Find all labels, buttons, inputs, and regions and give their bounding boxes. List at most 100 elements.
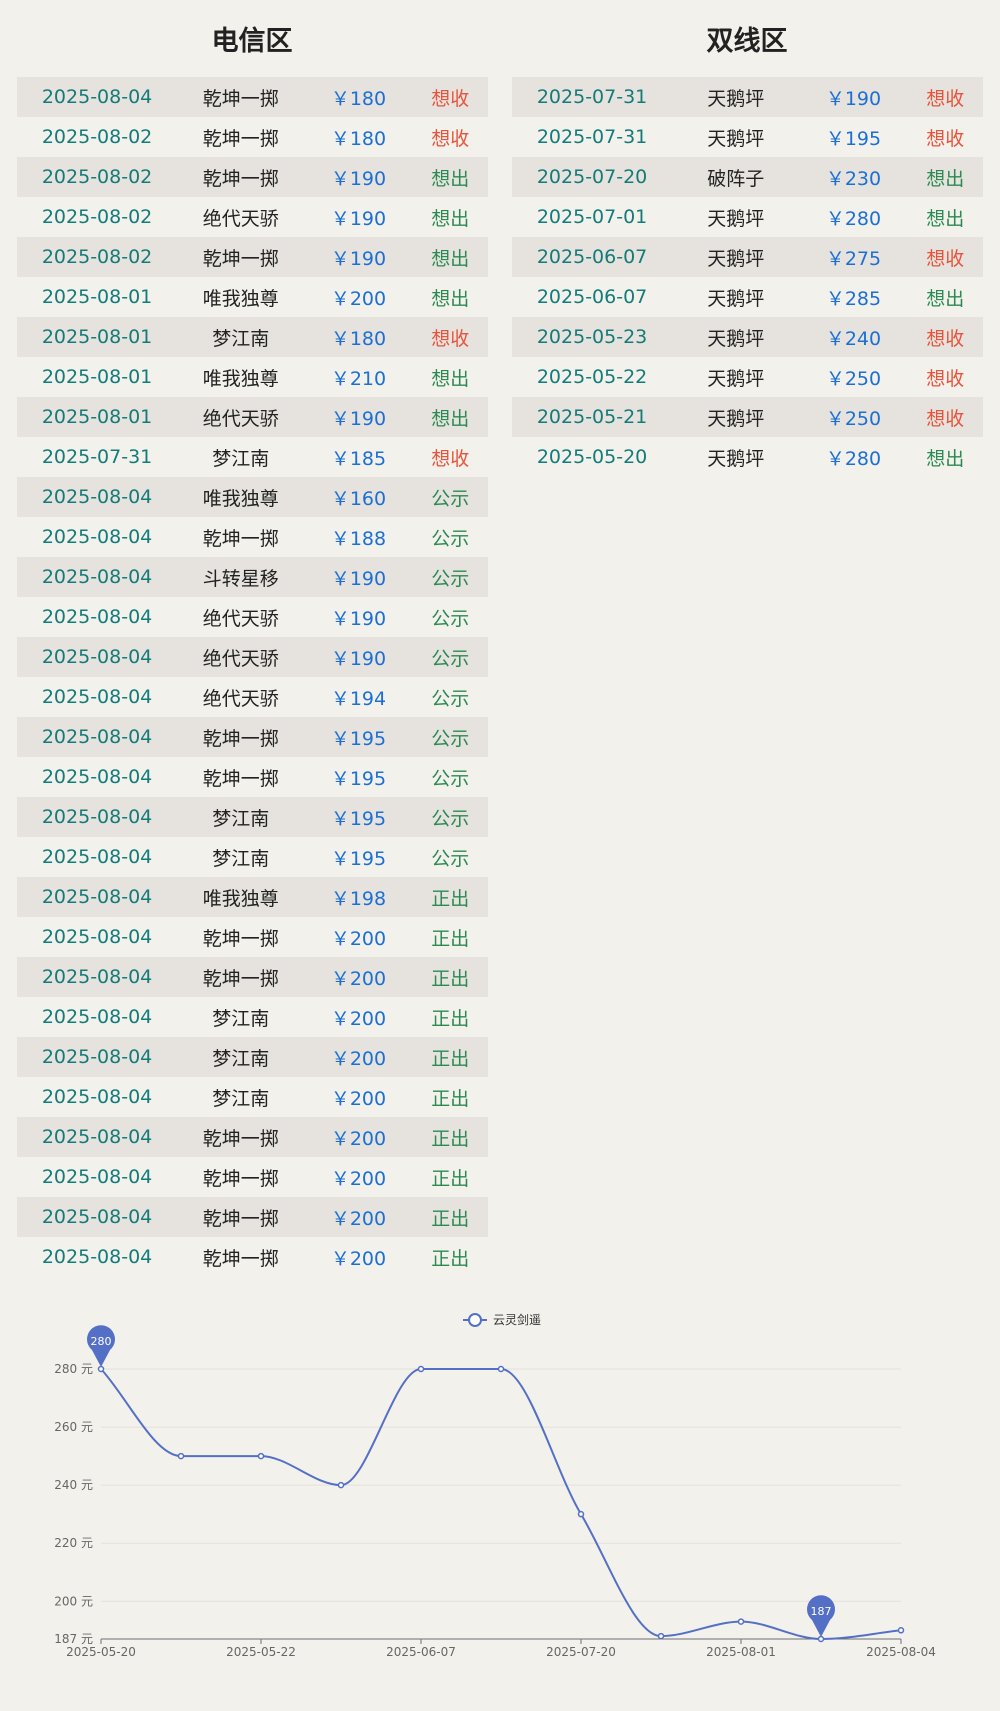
trade-price: ￥210 bbox=[330, 367, 387, 390]
server-name: 绝代天骄 bbox=[202, 687, 279, 710]
trade-price: ￥200 bbox=[330, 1087, 387, 1110]
server-name: 绝代天骄 bbox=[202, 647, 279, 670]
trade-date: 2025-08-02 bbox=[41, 246, 153, 268]
legend-symbol bbox=[468, 1313, 482, 1327]
trade-price: ￥200 bbox=[330, 1247, 387, 1270]
server-name: 乾坤一掷 bbox=[202, 767, 279, 790]
trade-action: 正出 bbox=[431, 1127, 470, 1150]
trade-action: 想出 bbox=[431, 207, 470, 230]
trade-action: 正出 bbox=[431, 1007, 470, 1030]
y-tick-label: 200 元 bbox=[54, 1594, 93, 1608]
table-row: 2025-05-21 天鹅坪 ￥250 想收 bbox=[512, 397, 983, 437]
trade-action: 想出 bbox=[431, 407, 470, 430]
trade-action: 想收 bbox=[926, 247, 965, 270]
trade-date: 2025-08-04 bbox=[41, 766, 153, 788]
trade-date: 2025-08-04 bbox=[41, 1246, 153, 1268]
trade-price: ￥240 bbox=[825, 327, 882, 350]
server-name: 梦江南 bbox=[212, 847, 270, 870]
trade-price: ￥200 bbox=[330, 1207, 387, 1230]
trade-action: 正出 bbox=[431, 967, 470, 990]
trade-price: ￥195 bbox=[825, 127, 882, 150]
trade-action: 想出 bbox=[431, 367, 470, 390]
trade-date: 2025-06-07 bbox=[536, 246, 648, 268]
table-row: 2025-06-07 天鹅坪 ￥275 想收 bbox=[512, 237, 983, 277]
data-point bbox=[737, 1618, 745, 1625]
server-name: 绝代天骄 bbox=[202, 407, 279, 430]
table-row: 2025-08-01 唯我独尊 ￥210 想出 bbox=[17, 357, 488, 397]
table-row: 2025-08-02 乾坤一掷 ￥190 想出 bbox=[17, 157, 488, 197]
trade-price: ￥180 bbox=[330, 87, 387, 110]
server-name: 天鹅坪 bbox=[707, 87, 765, 110]
trade-price: ￥250 bbox=[825, 367, 882, 390]
x-tick-label: 2025-07-20 bbox=[546, 1645, 616, 1659]
server-name: 乾坤一掷 bbox=[202, 1247, 279, 1270]
y-tick-label: 240 元 bbox=[54, 1478, 93, 1492]
trade-date: 2025-08-04 bbox=[41, 86, 153, 108]
trade-action: 想收 bbox=[431, 327, 470, 350]
table-row: 2025-08-04 乾坤一掷 ￥180 想收 bbox=[17, 77, 488, 117]
server-name: 绝代天骄 bbox=[202, 207, 279, 230]
trade-date: 2025-08-04 bbox=[41, 566, 153, 588]
trade-action: 公示 bbox=[431, 807, 470, 830]
trade-date: 2025-08-04 bbox=[41, 1006, 153, 1028]
server-name: 乾坤一掷 bbox=[202, 247, 279, 270]
trade-action: 想出 bbox=[926, 287, 965, 310]
server-name: 乾坤一掷 bbox=[202, 1127, 279, 1150]
trade-action: 想收 bbox=[926, 87, 965, 110]
trade-action: 想收 bbox=[431, 127, 470, 150]
trade-action: 想收 bbox=[431, 447, 470, 470]
server-name: 天鹅坪 bbox=[707, 367, 765, 390]
trade-date: 2025-08-04 bbox=[41, 486, 153, 508]
data-point bbox=[817, 1635, 825, 1643]
server-name: 梦江南 bbox=[212, 807, 270, 830]
trade-price: ￥200 bbox=[330, 927, 387, 950]
table-row: 2025-08-04 唯我独尊 ￥160 公示 bbox=[17, 477, 488, 517]
data-point bbox=[657, 1632, 665, 1640]
trade-action: 想出 bbox=[431, 287, 470, 310]
table-row: 2025-08-04 乾坤一掷 ￥200 正出 bbox=[17, 1237, 488, 1277]
data-point bbox=[97, 1365, 105, 1373]
table-row: 2025-05-23 天鹅坪 ￥240 想收 bbox=[512, 317, 983, 357]
trade-action: 想收 bbox=[926, 127, 965, 150]
panel-title-1: 双线区 bbox=[706, 26, 788, 57]
trade-date: 2025-08-04 bbox=[41, 886, 153, 908]
trade-price: ￥200 bbox=[330, 967, 387, 990]
trade-action: 想出 bbox=[926, 447, 965, 470]
table-row: 2025-08-04 梦江南 ￥195 公示 bbox=[17, 837, 488, 877]
trade-price: ￥190 bbox=[330, 607, 387, 630]
table-row: 2025-08-04 乾坤一掷 ￥188 公示 bbox=[17, 517, 488, 557]
table-row: 2025-08-04 乾坤一掷 ￥195 公示 bbox=[17, 757, 488, 797]
server-name: 破阵子 bbox=[707, 167, 765, 190]
trade-action: 正出 bbox=[431, 1167, 470, 1190]
trade-price: ￥200 bbox=[330, 1127, 387, 1150]
trade-date: 2025-07-20 bbox=[536, 166, 648, 188]
trade-price: ￥190 bbox=[330, 407, 387, 430]
trade-action: 想收 bbox=[431, 87, 470, 110]
trade-price: ￥198 bbox=[330, 887, 387, 910]
trade-action: 想出 bbox=[431, 167, 470, 190]
trade-action: 想收 bbox=[926, 327, 965, 350]
table-row: 2025-08-01 唯我独尊 ￥200 想出 bbox=[17, 277, 488, 317]
trade-date: 2025-08-04 bbox=[41, 526, 153, 548]
trade-date: 2025-07-01 bbox=[536, 206, 648, 228]
trade-price: ￥195 bbox=[330, 847, 387, 870]
server-name: 天鹅坪 bbox=[707, 127, 765, 150]
server-name: 乾坤一掷 bbox=[202, 167, 279, 190]
trade-table-0: 2025-08-04 乾坤一掷 ￥180 想收 2025-08-02 乾坤一掷 ￥180 想收… bbox=[17, 77, 488, 1277]
server-name: 唯我独尊 bbox=[202, 367, 279, 390]
table-row: 2025-08-04 绝代天骄 ￥190 公示 bbox=[17, 637, 488, 677]
table-row: 2025-07-31 天鹅坪 ￥190 想收 bbox=[512, 77, 983, 117]
trade-action: 想出 bbox=[926, 207, 965, 230]
trade-table-1: 2025-07-31 天鹅坪 ￥190 想收 2025-07-31 天鹅坪 ￥195 想收 20… bbox=[512, 77, 983, 477]
data-point bbox=[417, 1365, 425, 1373]
value-marker-label: 280 bbox=[91, 1335, 112, 1348]
server-name: 梦江南 bbox=[212, 1087, 270, 1110]
trade-date: 2025-08-04 bbox=[41, 1166, 153, 1188]
trade-price: ￥250 bbox=[825, 407, 882, 430]
table-row: 2025-06-07 天鹅坪 ￥285 想出 bbox=[512, 277, 983, 317]
trade-action: 正出 bbox=[431, 927, 470, 950]
x-tick-label: 2025-08-04 bbox=[866, 1645, 936, 1659]
trade-date: 2025-08-02 bbox=[41, 206, 153, 228]
trade-action: 正出 bbox=[431, 1087, 470, 1110]
data-point bbox=[257, 1452, 265, 1460]
